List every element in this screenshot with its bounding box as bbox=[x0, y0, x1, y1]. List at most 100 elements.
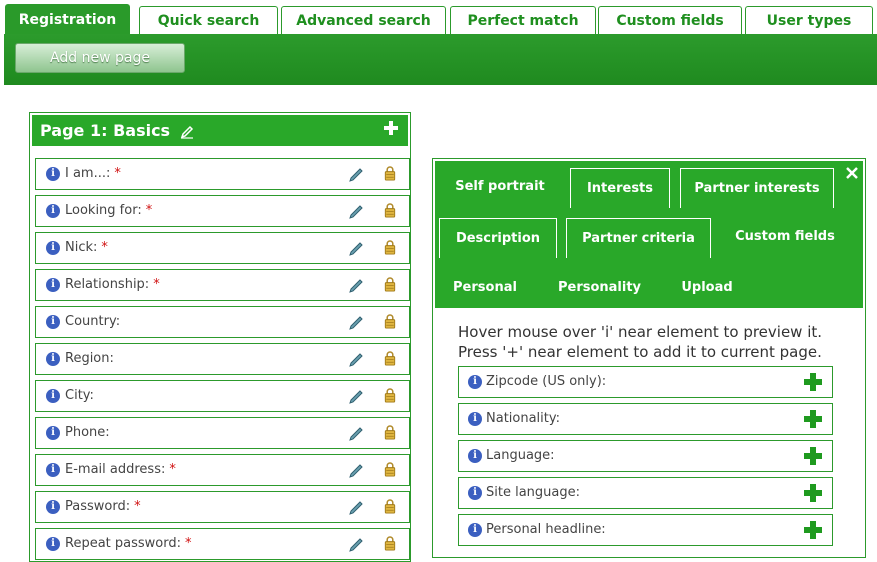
required-marker: * bbox=[114, 166, 121, 181]
close-icon[interactable] bbox=[845, 166, 859, 180]
tab-personal[interactable]: Personal bbox=[435, 268, 535, 308]
pencil-icon[interactable] bbox=[348, 426, 364, 442]
page-field-row[interactable]: i City: bbox=[35, 380, 410, 412]
info-icon[interactable]: i bbox=[46, 426, 60, 440]
info-icon[interactable]: i bbox=[468, 449, 482, 463]
info-icon[interactable]: i bbox=[46, 389, 60, 403]
info-icon[interactable]: i bbox=[468, 523, 482, 537]
pencil-icon[interactable] bbox=[348, 241, 364, 257]
tab-quick-search[interactable]: Quick search bbox=[139, 6, 278, 37]
field-label: Personal headline: bbox=[486, 522, 606, 537]
tab-registration[interactable]: Registration bbox=[5, 4, 130, 38]
tab-perfect-match[interactable]: Perfect match bbox=[450, 6, 596, 37]
info-icon[interactable]: i bbox=[46, 352, 60, 366]
page-field-row[interactable]: i Relationship: * bbox=[35, 269, 410, 301]
tab-description[interactable]: Description bbox=[439, 218, 557, 258]
field-label: Country: bbox=[65, 314, 121, 329]
required-marker: * bbox=[134, 499, 141, 514]
pencil-icon[interactable] bbox=[348, 389, 364, 405]
plus-icon[interactable] bbox=[804, 373, 822, 391]
page-field-row[interactable]: i Looking for: * bbox=[35, 195, 410, 227]
pencil-icon[interactable] bbox=[348, 352, 364, 368]
tab-interests[interactable]: Interests bbox=[570, 168, 670, 208]
page-field-row[interactable]: i Country: bbox=[35, 306, 410, 338]
available-field-row: i Nationality: bbox=[458, 403, 833, 435]
pencil-icon[interactable] bbox=[348, 463, 364, 479]
pencil-icon[interactable] bbox=[348, 315, 364, 331]
lock-icon bbox=[384, 388, 396, 403]
field-category-tabs: Self portrait Interests Partner interest… bbox=[435, 161, 863, 308]
info-icon[interactable]: i bbox=[46, 204, 60, 218]
tab-upload[interactable]: Upload bbox=[667, 268, 747, 308]
plus-icon[interactable] bbox=[804, 484, 822, 502]
tab-self-portrait[interactable]: Self portrait bbox=[435, 167, 565, 207]
lock-icon bbox=[384, 499, 396, 514]
info-icon[interactable]: i bbox=[46, 500, 60, 514]
lock-icon bbox=[384, 203, 396, 218]
pencil-icon[interactable] bbox=[348, 278, 364, 294]
info-icon[interactable]: i bbox=[468, 412, 482, 426]
page-field-row[interactable]: i Password: * bbox=[35, 491, 410, 523]
available-field-row: i Site language: bbox=[458, 477, 833, 509]
page-field-row[interactable]: i Phone: bbox=[35, 417, 410, 449]
tab-custom-fields-library[interactable]: Custom fields bbox=[720, 217, 850, 257]
page-field-row[interactable]: i Nick: * bbox=[35, 232, 410, 264]
info-icon[interactable]: i bbox=[468, 486, 482, 500]
page-field-row[interactable]: i E-mail address: * bbox=[35, 454, 410, 486]
info-icon[interactable]: i bbox=[46, 241, 60, 255]
page-field-row[interactable]: i Repeat password: * bbox=[35, 528, 410, 560]
field-label: Looking for: * bbox=[65, 203, 153, 218]
field-label: Nick: * bbox=[65, 240, 108, 255]
page-field-row[interactable]: i I am...: * bbox=[35, 158, 410, 190]
info-icon[interactable]: i bbox=[468, 375, 482, 389]
tab-partner-criteria[interactable]: Partner criteria bbox=[566, 218, 711, 258]
field-label: E-mail address: * bbox=[65, 462, 176, 477]
required-marker: * bbox=[145, 203, 153, 218]
field-label: Nationality: bbox=[486, 411, 561, 426]
info-icon[interactable]: i bbox=[46, 537, 60, 551]
page-field-row[interactable]: i Region: bbox=[35, 343, 410, 375]
lock-icon bbox=[384, 166, 396, 181]
tab-partner-interests[interactable]: Partner interests bbox=[680, 168, 834, 208]
add-page-field-icon[interactable] bbox=[384, 121, 398, 135]
required-marker: * bbox=[169, 462, 176, 477]
field-label: Repeat password: * bbox=[65, 536, 192, 551]
info-icon[interactable]: i bbox=[46, 167, 60, 181]
toolbar: Add new page bbox=[4, 34, 877, 85]
field-label: I am...: * bbox=[65, 166, 121, 181]
field-label: Language: bbox=[486, 448, 555, 463]
required-marker: * bbox=[153, 277, 160, 292]
instructions: Hover mouse over 'i' near element to pre… bbox=[458, 322, 822, 362]
lock-icon bbox=[384, 277, 396, 292]
tab-personality[interactable]: Personality bbox=[547, 268, 652, 308]
page-panel: Page 1: Basics iI am...: * i Looking for: * i… bbox=[29, 112, 411, 562]
tab-user-types[interactable]: User types bbox=[745, 6, 873, 37]
pencil-icon[interactable] bbox=[348, 167, 364, 183]
pencil-icon[interactable] bbox=[180, 125, 194, 139]
info-icon[interactable]: i bbox=[46, 278, 60, 292]
field-label: Phone: bbox=[65, 425, 110, 440]
pencil-icon[interactable] bbox=[348, 204, 364, 220]
top-tab-bar: Registration Quick search Advanced searc… bbox=[4, 4, 877, 38]
tab-custom-fields[interactable]: Custom fields bbox=[598, 6, 742, 37]
available-field-row: i Personal headline: bbox=[458, 514, 833, 546]
info-icon[interactable]: i bbox=[46, 315, 60, 329]
lock-icon bbox=[384, 351, 396, 366]
tab-advanced-search[interactable]: Advanced search bbox=[281, 6, 446, 37]
plus-icon[interactable] bbox=[804, 410, 822, 428]
pencil-icon[interactable] bbox=[348, 537, 364, 553]
field-label: Region: bbox=[65, 351, 114, 366]
lock-icon bbox=[384, 425, 396, 440]
plus-icon[interactable] bbox=[804, 447, 822, 465]
field-library-panel: Self portrait Interests Partner interest… bbox=[432, 158, 866, 558]
required-marker: * bbox=[185, 536, 192, 551]
info-icon[interactable]: i bbox=[46, 463, 60, 477]
hint-line-1: Hover mouse over 'i' near element to pre… bbox=[458, 323, 823, 341]
pencil-icon[interactable] bbox=[348, 500, 364, 516]
available-field-row: i Zipcode (US only): bbox=[458, 366, 833, 398]
lock-icon bbox=[384, 240, 396, 255]
add-new-page-button[interactable]: Add new page bbox=[15, 43, 185, 73]
lock-icon bbox=[384, 314, 396, 329]
lock-icon bbox=[384, 536, 396, 551]
plus-icon[interactable] bbox=[804, 521, 822, 539]
